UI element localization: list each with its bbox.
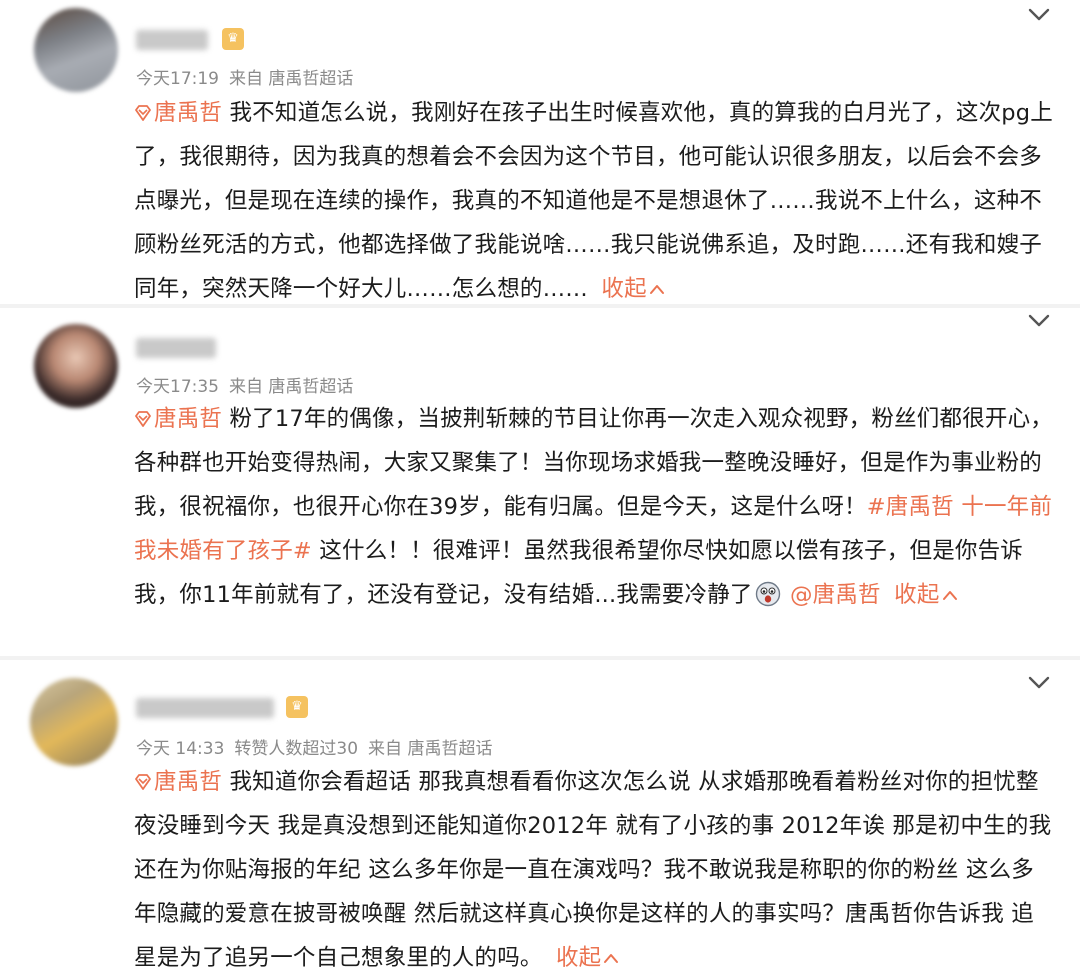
shocked-face-icon [755,581,780,607]
chevron-up-icon [604,954,619,963]
diamond-topic-icon [135,105,151,121]
avatar[interactable] [30,678,118,766]
avatar[interactable] [34,8,118,92]
topic-label: 唐禹哲 [154,100,223,126]
post-source[interactable]: 来自 唐禹哲超话 [229,377,353,397]
chevron-up-icon [649,285,664,294]
chevron-up-icon [942,591,957,600]
username-blurred[interactable] [136,30,208,50]
post-time: 今天17:19 [136,69,219,89]
topic-link[interactable]: 唐禹哲 [134,100,222,126]
comment-card-2: 今天17:35 来自 唐禹哲超话 唐禹哲 粉了17年的偶像，当披荆斩棘的节目让你再… [0,308,1080,660]
fan-badge-icon: ♛ [222,28,244,50]
post-body: 我不知道怎么说，我刚好在孩子出生时候喜欢他，真的算我的白月光了，这次pg上了，我… [134,100,1053,302]
avatar[interactable] [34,324,118,408]
topic-link[interactable]: 唐禹哲 [134,769,222,795]
collapse-label: 收起 [601,276,647,302]
post-time: 今天 14:33 [136,739,225,759]
collapse-link[interactable]: 收起 [894,582,957,608]
post-body: 我知道你会看超话 那我真想看看你这次怎么说 从求婚那晚看着粉丝对你的担忧整夜没睡… [134,769,1052,971]
collapse-link[interactable]: 收起 [556,945,619,971]
chevron-down-icon[interactable] [1026,670,1052,696]
diamond-topic-icon [135,411,151,427]
post-content: 唐禹哲 我不知道怎么说，我刚好在孩子出生时候喜欢他，真的算我的白月光了，这次pg… [134,91,1056,311]
username-blurred[interactable] [136,698,274,718]
diamond-topic-icon [135,774,151,790]
chevron-down-icon[interactable] [1026,308,1052,334]
chevron-down-icon[interactable] [1026,2,1052,28]
topic-link[interactable]: 唐禹哲 [134,406,222,432]
repost-count: 转赞人数超过30 [234,739,359,759]
comment-card-1: ♛ 今天17:19 来自 唐禹哲超话 唐禹哲 我不知道怎么说，我刚好在孩子出生时候… [0,0,1080,308]
post-meta: 今天 14:33 转赞人数超过30 来自 唐禹哲超话 [136,734,502,759]
username-blurred[interactable] [136,338,216,358]
post-content: 唐禹哲 粉了17年的偶像，当披荆斩棘的节目让你再一次走入观众视野，粉丝们都很开心… [134,397,1056,617]
post-source[interactable]: 来自 唐禹哲超话 [229,69,353,89]
post-content: 唐禹哲 我知道你会看超话 那我真想看看你这次怎么说 从求婚那晚看着粉丝对你的担忧… [134,760,1056,980]
collapse-label: 收起 [894,582,940,608]
post-meta: 今天17:35 来自 唐禹哲超话 [136,372,363,397]
topic-label: 唐禹哲 [154,406,223,432]
mention-link[interactable]: @唐禹哲 [790,582,881,608]
fan-badge-icon: ♛ [286,696,308,718]
topic-label: 唐禹哲 [154,769,223,795]
collapse-link[interactable]: 收起 [601,276,664,302]
post-source[interactable]: 来自 唐禹哲超话 [368,739,492,759]
post-meta: 今天17:19 来自 唐禹哲超话 [136,64,363,89]
collapse-label: 收起 [555,945,602,971]
comment-card-3: ♛ 今天 14:33 转赞人数超过30 来自 唐禹哲超话 唐禹哲 我知道你会看超话 … [0,660,1080,978]
post-time: 今天17:35 [136,377,219,397]
